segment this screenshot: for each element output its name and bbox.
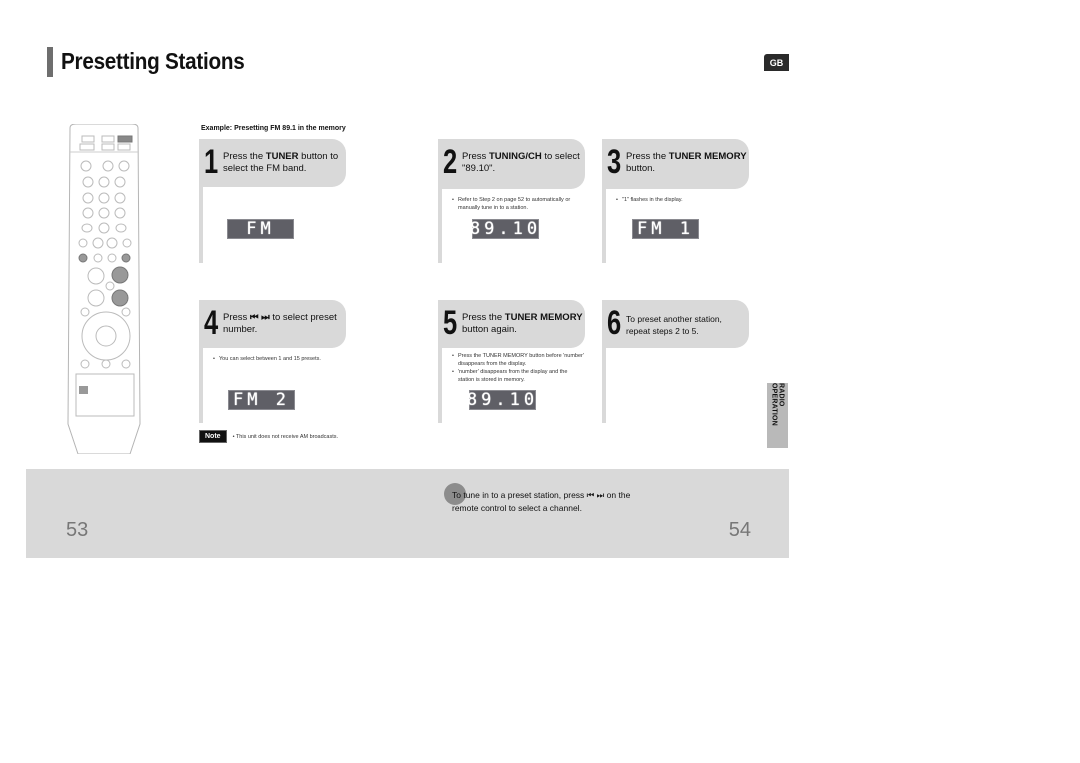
- note-text: • This unit does not receive AM broadcas…: [232, 433, 339, 440]
- step-note: 'number' disappears from the display and…: [452, 368, 585, 384]
- step-instruction: Press the TUNER MEMORY button again.: [462, 312, 583, 335]
- page-number-right: 54: [728, 519, 751, 541]
- step-instruction: To preset another station, repeat steps …: [626, 314, 722, 336]
- footer-tip: To tune in to a preset station, press ⏮ …: [452, 490, 631, 513]
- lcd-display: FM 1: [632, 219, 699, 239]
- step-note: Refer to Step 2 on page 52 to automatica…: [452, 196, 585, 212]
- step-note: You can select between 1 and 15 presets.: [213, 355, 346, 363]
- step-number: 6: [607, 304, 622, 342]
- step-2: 2 Press TUNING/CH to select "89.10". Ref…: [438, 139, 585, 263]
- step-1: 1 Press the TUNER button to select the F…: [199, 139, 346, 263]
- step-instruction: Press TUNING/CH to select "89.10".: [462, 151, 580, 174]
- language-badge: GB: [764, 54, 789, 71]
- remote-control-illustration: [67, 124, 141, 454]
- step-number: 3: [607, 143, 622, 181]
- step-instruction: Press ⏮ ⏭ to select preset number.: [223, 312, 337, 335]
- lcd-display: FM 2: [228, 390, 295, 410]
- step-number: 5: [443, 304, 458, 342]
- section-side-tab: RADIO OPERATION: [767, 383, 788, 448]
- step-note: Press the TUNER MEMORY button before 'nu…: [452, 352, 585, 368]
- step-number: 2: [443, 143, 458, 181]
- page-number-left: 53: [66, 519, 89, 541]
- step-3: 3 Press the TUNER MEMORY button. "1" fla…: [602, 139, 749, 263]
- lcd-display: 89.10: [466, 390, 539, 410]
- step-6: 6 To preset another station, repeat step…: [602, 300, 749, 423]
- step-instruction: Press the TUNER button to select the FM …: [223, 151, 339, 174]
- step-number: 1: [204, 143, 219, 181]
- lcd-display: FM: [227, 219, 294, 239]
- lcd-display: 89.10: [469, 219, 542, 239]
- footer-band: 53 To tune in to a preset station, press…: [26, 469, 789, 558]
- step-note: "1" flashes in the display.: [616, 196, 749, 204]
- note-tag: Note: [199, 430, 227, 443]
- step-instruction: Press the TUNER MEMORY button.: [626, 151, 747, 174]
- page-title: Presetting Stations: [61, 48, 245, 74]
- note-box: Note • This unit does not receive AM bro…: [199, 430, 338, 443]
- example-caption: Example: Presetting FM 89.1 in the memor…: [201, 125, 346, 132]
- step-number: 4: [204, 304, 219, 342]
- title-accent-bar: [47, 47, 53, 77]
